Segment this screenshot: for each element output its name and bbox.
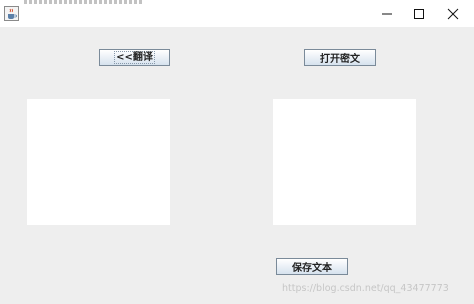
- close-button[interactable]: [436, 0, 470, 27]
- maximize-icon: [414, 8, 424, 19]
- right-text-area[interactable]: [273, 99, 416, 225]
- save-text-button-label: 保存文本: [292, 263, 332, 274]
- minimize-icon: [382, 13, 392, 14]
- title-text-fragment: [24, 0, 144, 4]
- open-ciphertext-button[interactable]: 打开密文: [304, 49, 376, 66]
- watermark-text: https://blog.csdn.net/qq_43477773: [282, 283, 449, 294]
- open-ciphertext-button-label: 打开密文: [320, 54, 360, 65]
- app-window: <<翻译 打开密文 保存文本 https://blog.csdn.net/qq_…: [0, 0, 474, 304]
- java-app-icon[interactable]: [4, 6, 19, 21]
- translate-button[interactable]: <<翻译: [99, 49, 170, 66]
- maximize-button[interactable]: [402, 0, 436, 27]
- title-bar[interactable]: [0, 0, 474, 27]
- minimize-button[interactable]: [370, 0, 404, 27]
- left-text-area[interactable]: [27, 99, 170, 225]
- close-icon: [447, 8, 459, 19]
- save-text-button[interactable]: 保存文本: [276, 258, 348, 275]
- translate-button-label: <<翻译: [114, 51, 155, 64]
